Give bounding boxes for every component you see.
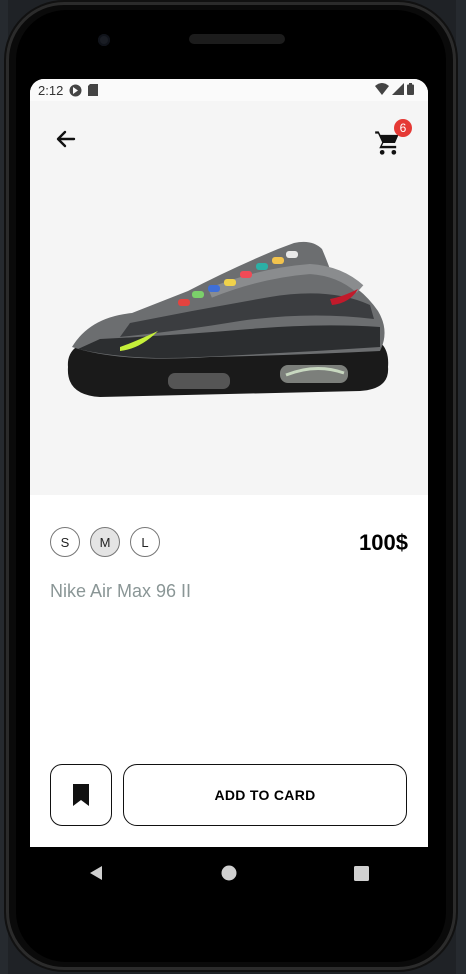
- system-navigation-bar: [30, 847, 428, 899]
- size-selector: S M L: [50, 527, 160, 557]
- status-bar: 2:12: [30, 79, 428, 101]
- front-camera: [98, 34, 110, 46]
- cart-count-badge: 6: [394, 119, 412, 137]
- nav-recents-icon: [354, 865, 370, 881]
- size-option-l[interactable]: L: [130, 527, 160, 557]
- nav-recents-button[interactable]: [342, 853, 382, 893]
- arrow-left-icon: [56, 130, 76, 148]
- nav-home-button[interactable]: [209, 853, 249, 893]
- nav-back-button[interactable]: [76, 853, 116, 893]
- earpiece-speaker: [189, 34, 285, 44]
- sneaker-image: [67, 241, 389, 397]
- add-to-cart-button[interactable]: ADD TO CARD: [123, 764, 407, 826]
- battery-icon: [407, 83, 414, 98]
- sd-card-icon: [88, 84, 99, 96]
- nav-home-icon: [221, 865, 237, 881]
- product-name: Nike Air Max 96 II: [50, 581, 192, 601]
- size-option-m[interactable]: M: [90, 527, 120, 557]
- size-option-s[interactable]: S: [50, 527, 80, 557]
- status-right-icons: [375, 83, 414, 98]
- nav-back-icon: [90, 866, 103, 880]
- app-screen: 2:12 6 S M L 100$ Nike Air Max 96 II ADD…: [30, 79, 428, 847]
- vpn-icon: [69, 84, 82, 97]
- cart-button[interactable]: 6: [374, 119, 412, 159]
- back-button[interactable]: [50, 123, 82, 155]
- bookmark-button[interactable]: [50, 764, 112, 826]
- bookmark-icon: [73, 784, 89, 806]
- product-hero: 6: [30, 101, 428, 495]
- product-price: 100$: [359, 530, 408, 555]
- status-time: 2:12: [38, 82, 64, 98]
- background-panel-right: [456, 0, 466, 974]
- signal-icon: [392, 83, 404, 98]
- wifi-icon: [375, 83, 389, 98]
